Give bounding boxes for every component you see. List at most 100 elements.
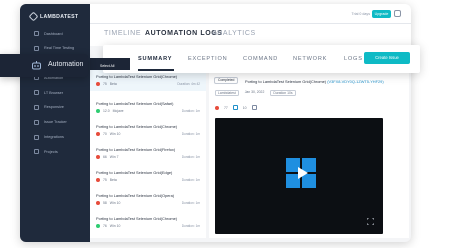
create-issue-button[interactable]: Create Issue xyxy=(364,52,410,64)
failed-status-icon xyxy=(96,82,100,86)
test-duration: Duration: 1m xyxy=(181,178,200,182)
test-list-item[interactable]: Porting to LambdaTest Selenium Grid(Fire… xyxy=(96,147,200,159)
upgrade-button[interactable]: Upgrade xyxy=(372,10,391,18)
plug-icon xyxy=(34,134,39,140)
sidebar-item-label: LT Browser xyxy=(44,90,64,95)
test-title: Porting to LambdaTest Selenium Grid(Chro… xyxy=(96,124,178,129)
browser-icon xyxy=(34,90,39,96)
lambdatest-logo-icon xyxy=(28,11,39,22)
windows-icon xyxy=(232,105,238,110)
fullscreen-icon[interactable] xyxy=(367,218,374,225)
test-duration: Duration: 1m xyxy=(181,132,200,136)
tab-network[interactable]: NETWORK xyxy=(293,56,327,62)
test-list-item[interactable]: Porting to LambdaTest Selenium Grid(Oper… xyxy=(96,193,200,205)
tab-summary[interactable]: SUMMARY xyxy=(138,56,172,62)
test-list-item[interactable]: Porting to LambdaTest Selenium Grid(Edge… xyxy=(96,170,200,182)
logo-text: LAMBDATEST xyxy=(40,13,79,20)
sidebar-item-projects[interactable]: Projects xyxy=(20,146,90,157)
test-list-item[interactable]: Porting to LambdaTest Selenium Grid(Chro… xyxy=(96,216,200,228)
duration-tag: Duration 10s xyxy=(270,90,296,96)
top-bar: Trial 0 days Upgrade xyxy=(90,4,411,24)
os-name: Beta xyxy=(109,82,117,86)
os-version: 10 xyxy=(242,105,247,110)
test-title: Porting to LambdaTest Selenium Grid(Chro… xyxy=(96,74,178,79)
sidebar-item-integrations[interactable]: Integrations xyxy=(20,132,90,143)
test-list-item[interactable]: Porting to LambdaTest Selenium Grid(Safa… xyxy=(96,101,200,113)
sidebar-item-label: Real Time Testing xyxy=(44,46,75,51)
browser-version: 77 xyxy=(224,105,228,110)
bug-icon xyxy=(34,119,39,125)
build-tag[interactable]: Lambdatest xyxy=(215,90,239,96)
tab-command[interactable]: COMMAND xyxy=(243,56,278,62)
robot-icon xyxy=(32,61,41,70)
os-name: Win 7 xyxy=(109,155,119,159)
detail-meta: Lambdatest Jan 30, 2022 Duration 10s xyxy=(215,90,296,96)
browser-version: 75 xyxy=(103,178,107,182)
sidebar-item-label: Integrations xyxy=(44,135,64,140)
os-name: Win 10 xyxy=(109,224,121,228)
browser-version: 70 xyxy=(103,132,107,136)
folder-icon xyxy=(34,149,39,155)
test-duration: Duration: 1m xyxy=(181,109,200,113)
sidebar-item-label: Dashboard xyxy=(44,31,63,36)
sidebar: LAMBDATEST Dashboard Real Time Testing V… xyxy=(20,4,90,242)
select-all-label[interactable]: Select All xyxy=(100,64,114,68)
test-date: Jan 30, 2022 xyxy=(244,90,265,94)
active-tab-indicator xyxy=(138,69,174,71)
test-duration: Duration: 4m 42 xyxy=(177,82,200,86)
test-title: Porting to LambdaTest Selenium Grid(Safa… xyxy=(96,101,174,106)
sidebar-item-dashboard[interactable]: Dashboard xyxy=(20,28,90,39)
detail-title: Porting to LambdaTest Selenium Grid(Chro… xyxy=(245,79,384,84)
failed-status-icon xyxy=(96,132,100,136)
sidebar-item-lt-browser[interactable]: LT Browser xyxy=(20,87,90,98)
logo[interactable]: LAMBDATEST xyxy=(28,11,79,22)
sidebar-item-label: Responsive xyxy=(44,105,64,110)
test-list-item[interactable]: Porting to LambdaTest Selenium Grid(Chro… xyxy=(96,124,200,136)
detail-title-text: Porting to LambdaTest Selenium Grid(Chro… xyxy=(245,79,327,84)
tab-automation-logs[interactable]: AUTOMATION LOGS xyxy=(145,30,223,37)
browser-version: 75 xyxy=(103,82,107,86)
test-id-link[interactable]: (V3FX8-VDY0Q-1ZWT5-YHF29) xyxy=(327,79,383,84)
os-name: Win 10 xyxy=(109,201,121,205)
sidebar-item-label: Projects xyxy=(44,149,58,154)
browser-version: 76 xyxy=(103,224,107,228)
dashboard-icon xyxy=(34,31,39,36)
detail-tabs-bar: SUMMARY EXCEPTION COMMAND NETWORK LOGS C… xyxy=(103,45,420,73)
failed-status-icon xyxy=(96,178,100,182)
os-name: Win 10 xyxy=(109,132,121,136)
environment-info: 77 10 xyxy=(215,105,257,110)
user-avatar-icon[interactable] xyxy=(394,10,401,17)
sidebar-item-real-time[interactable]: Real Time Testing xyxy=(20,43,90,54)
tab-analytics[interactable]: ANALYTICS xyxy=(212,30,256,37)
test-title: Porting to LambdaTest Selenium Grid(Fire… xyxy=(96,147,176,152)
os-name: Beta xyxy=(109,178,117,182)
sidebar-item-responsive[interactable]: Responsive xyxy=(20,102,90,113)
failed-status-icon xyxy=(96,155,100,159)
automation-nav-pill[interactable]: Automation xyxy=(0,54,88,77)
status-badge: Completed xyxy=(214,77,239,84)
test-detail-panel: Completed Porting to LambdaTest Selenium… xyxy=(209,62,409,238)
tab-logs[interactable]: LOGS xyxy=(344,56,363,62)
tab-timeline[interactable]: TIMELINE xyxy=(104,30,141,37)
browser-version: 58 xyxy=(103,201,107,205)
browser-version: 66 xyxy=(103,155,107,159)
tab-exception[interactable]: EXCEPTION xyxy=(188,56,228,62)
sidebar-item-label: Issue Tracker xyxy=(44,120,67,125)
passed-status-icon xyxy=(96,224,100,228)
test-list-item[interactable]: Porting to LambdaTest Selenium Grid(Chro… xyxy=(96,74,200,86)
failed-status-icon xyxy=(96,201,100,205)
trial-text: Trial 0 days xyxy=(351,12,370,16)
test-title: Porting to LambdaTest Selenium Grid(Chro… xyxy=(96,216,178,221)
os-name: Mojave xyxy=(112,109,124,113)
resolution-icon xyxy=(251,105,257,110)
test-duration: Duration: 1m xyxy=(181,224,200,228)
windows-logo-icon xyxy=(286,158,316,188)
screenshot-stage: LAMBDATEST Dashboard Real Time Testing V… xyxy=(0,0,474,248)
sidebar-nav: Dashboard Real Time Testing Visual UI Te… xyxy=(20,28,90,161)
browser-version: 12.0 xyxy=(103,109,110,113)
sidebar-item-issue-tracker[interactable]: Issue Tracker xyxy=(20,117,90,128)
monitor-icon xyxy=(34,45,39,51)
video-player[interactable] xyxy=(215,118,383,234)
responsive-icon xyxy=(34,104,39,110)
chrome-icon xyxy=(215,105,219,110)
